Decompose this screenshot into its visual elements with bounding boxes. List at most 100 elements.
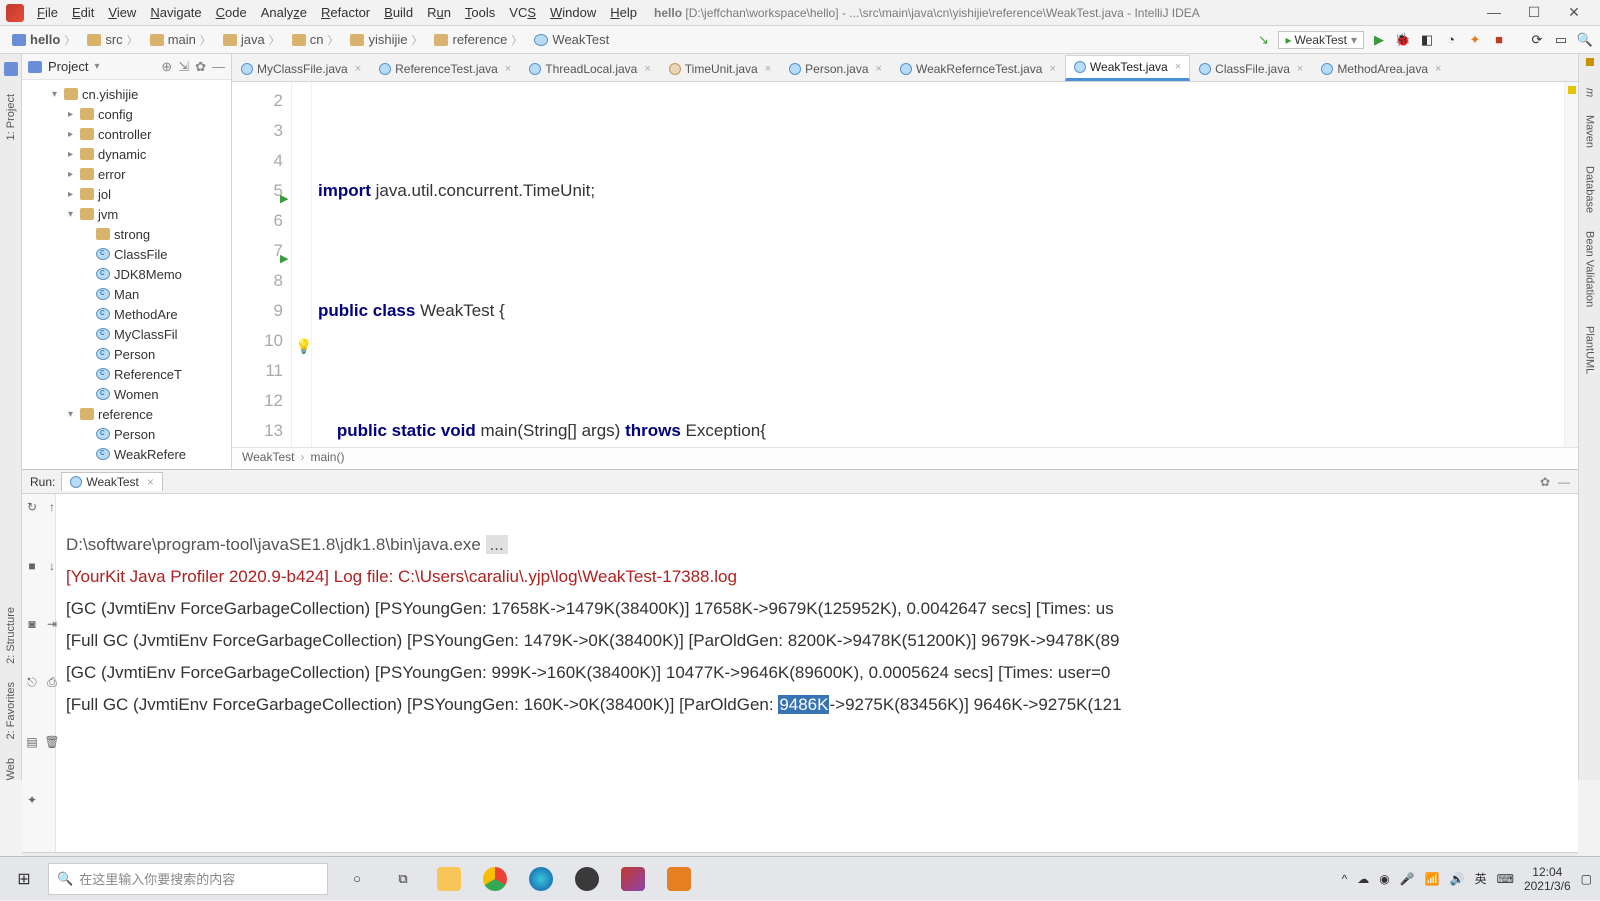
tree-node[interactable]: ▸config (22, 104, 231, 124)
code-text[interactable]: import import java.util.concurrent.TimeU… (312, 82, 1564, 447)
tree-node[interactable]: ▾cn.yishijie (22, 84, 231, 104)
tool-structure[interactable]: 2: Structure (5, 607, 17, 664)
crumb-cn[interactable]: cn (286, 32, 345, 48)
fold-gutter[interactable]: 💡 (292, 82, 312, 447)
stop-button[interactable]: ■ (1490, 31, 1508, 49)
attach-button[interactable]: ✦ (1466, 31, 1484, 49)
search-everywhere-icon[interactable]: 🔍 (1576, 31, 1594, 49)
tree-node[interactable]: WeakRefere (22, 444, 231, 464)
tool-maven[interactable]: m (1584, 88, 1596, 97)
tray-camera-icon[interactable]: ◉ (1379, 872, 1389, 886)
tree-node[interactable]: ▸dynamic (22, 144, 231, 164)
tool-database[interactable]: Database (1584, 166, 1596, 213)
close-icon[interactable]: × (147, 475, 154, 489)
coverage-button[interactable]: ◧ (1418, 31, 1436, 49)
error-stripe[interactable] (1564, 82, 1578, 447)
editor-tab[interactable]: WeakRefernceTest.java× (891, 55, 1065, 81)
menu-vcs[interactable]: VCS (502, 5, 543, 20)
tree-node[interactable]: ClassFile (22, 244, 231, 264)
collapse-icon[interactable]: ⇲ (178, 59, 189, 75)
editor-tab[interactable]: ReferenceTest.java× (370, 55, 520, 81)
editor-tab[interactable]: MyClassFile.java× (232, 55, 370, 81)
tray-wifi-icon[interactable]: 📶 (1425, 872, 1440, 886)
menu-tools[interactable]: Tools (458, 5, 502, 20)
line-gutter[interactable]: 2 3 4 5▶ 6 7▶ 8 9 10 11 12 13 (232, 82, 292, 447)
debug-button[interactable]: 🐞 (1394, 31, 1412, 49)
close-icon[interactable]: ✕ (1554, 4, 1594, 21)
menu-file[interactable]: File (30, 5, 65, 20)
stop-icon[interactable]: ■ (25, 559, 39, 573)
editor-tab[interactable]: MethodArea.java× (1312, 55, 1450, 81)
tray-keyboard-icon[interactable]: ⌨ (1497, 872, 1514, 886)
tray-cloud-icon[interactable]: ☁ (1357, 872, 1369, 886)
close-icon[interactable]: × (644, 63, 650, 75)
run-button[interactable]: ▶ (1370, 31, 1388, 49)
hide-icon[interactable]: — (212, 59, 225, 74)
intellij-taskbar-icon[interactable] (610, 857, 656, 901)
close-icon[interactable]: × (765, 63, 771, 75)
menu-run[interactable]: Run (420, 5, 458, 20)
tree-node[interactable]: ▾jvm (22, 204, 231, 224)
tree-node[interactable]: strong (22, 224, 231, 244)
project-icon[interactable] (4, 62, 18, 76)
menu-navigate[interactable]: Navigate (143, 5, 208, 20)
tree-node[interactable]: Man (22, 284, 231, 304)
taskview-icon[interactable]: ⧉ (380, 857, 426, 901)
taskbar-search[interactable]: 🔍在这里输入你要搜索的内容 (48, 863, 328, 895)
layout-icon[interactable]: ▤ (25, 735, 39, 749)
maximize-icon[interactable]: ☐ (1514, 4, 1554, 21)
menu-view[interactable]: View (101, 5, 143, 20)
run-gutter-icon[interactable]: ▶ (280, 244, 288, 274)
editor-tab[interactable]: WeakTest.java× (1065, 55, 1190, 81)
tool-project[interactable]: 1: Project (5, 94, 17, 140)
crumb-yishijie[interactable]: yishijie (344, 32, 428, 48)
editor-tab[interactable]: Person.java× (780, 55, 891, 81)
app-icon[interactable] (564, 857, 610, 901)
tree-node[interactable]: Women (22, 384, 231, 404)
menu-refactor[interactable]: Refactor (314, 5, 377, 20)
explorer-icon[interactable] (426, 857, 472, 901)
run-config-selector[interactable]: ▸WeakTest ▾ (1278, 31, 1364, 49)
run-tab[interactable]: WeakTest× (61, 472, 162, 491)
menu-code[interactable]: Code (209, 5, 254, 20)
crumb-reference[interactable]: reference (428, 32, 528, 48)
tree-node[interactable]: JDK8Memo (22, 264, 231, 284)
close-icon[interactable]: × (1435, 63, 1441, 75)
exit-icon[interactable]: ⎋ (25, 676, 39, 690)
minimize-icon[interactable]: — (1474, 4, 1514, 21)
editor-tab[interactable]: ClassFile.java× (1190, 55, 1312, 81)
build-icon[interactable]: ↘ (1254, 31, 1272, 49)
tray-chevron-icon[interactable]: ^ (1342, 872, 1348, 886)
crumb-src[interactable]: src (81, 32, 143, 48)
tool-favorites[interactable]: 2: Favorites (5, 682, 17, 739)
warning-marker-icon[interactable] (1568, 86, 1576, 94)
editor-tab[interactable]: ThreadLocal.java× (520, 55, 660, 81)
tool-maven-label[interactable]: Maven (1584, 115, 1596, 148)
menu-edit[interactable]: Edit (65, 5, 101, 20)
project-tree[interactable]: ▾cn.yishijie▸config▸controller▸dynamic▸e… (22, 80, 231, 469)
tray-volume-icon[interactable]: 🔊 (1450, 872, 1465, 886)
crumb-java[interactable]: java (217, 32, 286, 48)
code-editor[interactable]: 2 3 4 5▶ 6 7▶ 8 9 10 11 12 13 💡 import i… (232, 82, 1578, 447)
chevron-down-icon[interactable]: ▾ (94, 61, 99, 72)
taskbar-clock[interactable]: 12:042021/3/6 (1524, 865, 1571, 893)
crumb-hello[interactable]: hello (6, 32, 81, 48)
camera-icon[interactable]: ◙ (25, 617, 39, 631)
close-icon[interactable]: × (1297, 63, 1303, 75)
menu-window[interactable]: Window (543, 5, 603, 20)
rerun-icon[interactable]: ↻ (25, 500, 39, 514)
tree-node[interactable]: Person (22, 344, 231, 364)
profile-button[interactable]: ◔ (1442, 31, 1460, 49)
tool-plantuml[interactable]: PlantUML (1584, 326, 1596, 374)
start-button[interactable]: ⊞ (0, 857, 48, 901)
tray-ime[interactable]: 英 (1475, 870, 1487, 887)
editor-breadcrumbs[interactable]: WeakTest›main() (232, 447, 1578, 469)
tree-node[interactable]: MethodAre (22, 304, 231, 324)
close-icon[interactable]: × (876, 63, 882, 75)
edge-icon[interactable] (518, 857, 564, 901)
cortana-icon[interactable]: ○ (334, 857, 380, 901)
menu-help[interactable]: Help (603, 5, 644, 20)
tree-node[interactable]: ▸controller (22, 124, 231, 144)
editor-tab[interactable]: TimeUnit.java× (660, 55, 780, 81)
tree-node[interactable]: ▾reference (22, 404, 231, 424)
